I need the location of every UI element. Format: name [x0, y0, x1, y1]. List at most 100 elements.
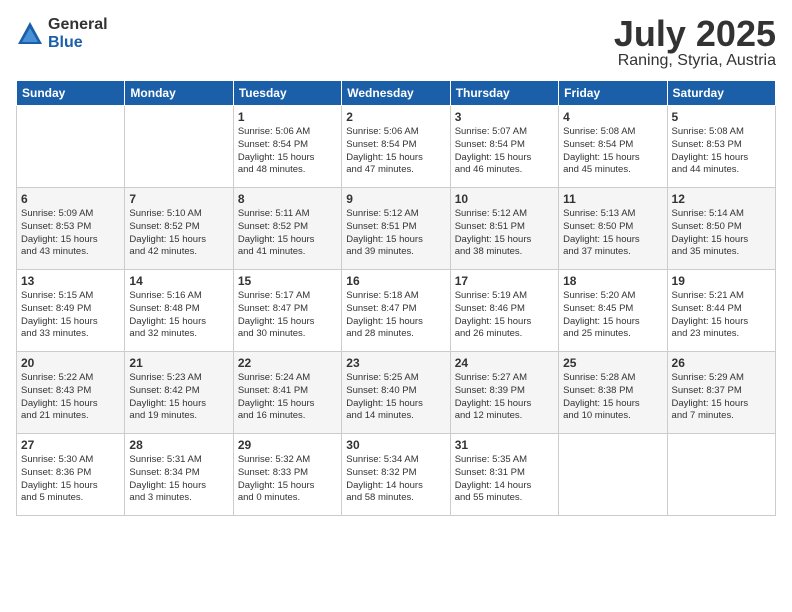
calendar-cell: 13Sunrise: 5:15 AM Sunset: 8:49 PM Dayli…	[17, 270, 125, 352]
day-number: 5	[672, 110, 771, 124]
calendar-cell: 2 Sunrise: 5:06 AM Sunset: 8:54 PM Daylig…	[342, 106, 450, 188]
day-number: 21	[129, 356, 228, 370]
day-info: Sunrise: 5:25 AM Sunset: 8:40 PM Dayligh…	[346, 372, 445, 423]
logo-text: General Blue	[48, 16, 108, 51]
day-number: 14	[129, 274, 228, 288]
header-sunday: Sunday	[17, 81, 125, 106]
calendar-cell: 11Sunrise: 5:13 AM Sunset: 8:50 PM Dayli…	[559, 188, 667, 270]
day-number: 6	[21, 192, 120, 206]
day-number: 15	[238, 274, 337, 288]
day-info: Sunrise: 5:08 AM Sunset: 8:54 PM Dayligh…	[563, 126, 662, 177]
day-number: 19	[672, 274, 771, 288]
calendar-cell: 8Sunrise: 5:11 AM Sunset: 8:52 PM Daylig…	[233, 188, 341, 270]
calendar-cell	[17, 106, 125, 188]
calendar-cell: 10Sunrise: 5:12 AM Sunset: 8:51 PM Dayli…	[450, 188, 558, 270]
calendar-cell: 5 Sunrise: 5:08 AM Sunset: 8:53 PM Daylig…	[667, 106, 775, 188]
calendar-cell: 3 Sunrise: 5:07 AM Sunset: 8:54 PM Daylig…	[450, 106, 558, 188]
day-number: 7	[129, 192, 228, 206]
day-info: Sunrise: 5:20 AM Sunset: 8:45 PM Dayligh…	[563, 290, 662, 341]
page-header: General Blue July 2025 Raning, Styria, A…	[16, 16, 776, 70]
calendar-cell: 24 Sunrise: 5:27 AM Sunset: 8:39 PM Dayli…	[450, 352, 558, 434]
day-info: Sunrise: 5:08 AM Sunset: 8:53 PM Dayligh…	[672, 126, 771, 177]
location-title: Raning, Styria, Austria	[614, 52, 776, 70]
title-section: July 2025 Raning, Styria, Austria	[614, 16, 776, 70]
calendar-cell: 16Sunrise: 5:18 AM Sunset: 8:47 PM Dayli…	[342, 270, 450, 352]
header-saturday: Saturday	[667, 81, 775, 106]
day-info: Sunrise: 5:11 AM Sunset: 8:52 PM Dayligh…	[238, 208, 337, 259]
calendar-body: 1 Sunrise: 5:06 AM Sunset: 8:54 PM Daylig…	[17, 106, 776, 516]
calendar-cell: 29Sunrise: 5:32 AM Sunset: 8:33 PM Dayli…	[233, 434, 341, 516]
calendar-cell: 9Sunrise: 5:12 AM Sunset: 8:51 PM Daylig…	[342, 188, 450, 270]
day-info: Sunrise: 5:22 AM Sunset: 8:43 PM Dayligh…	[21, 372, 120, 423]
day-info: Sunrise: 5:19 AM Sunset: 8:46 PM Dayligh…	[455, 290, 554, 341]
calendar-cell: 18 Sunrise: 5:20 AM Sunset: 8:45 PM Dayli…	[559, 270, 667, 352]
logo-blue: Blue	[48, 34, 108, 52]
calendar-cell: 23 Sunrise: 5:25 AM Sunset: 8:40 PM Dayli…	[342, 352, 450, 434]
day-info: Sunrise: 5:18 AM Sunset: 8:47 PM Dayligh…	[346, 290, 445, 341]
day-info: Sunrise: 5:09 AM Sunset: 8:53 PM Dayligh…	[21, 208, 120, 259]
calendar-cell: 22 Sunrise: 5:24 AM Sunset: 8:41 PM Dayli…	[233, 352, 341, 434]
day-number: 24	[455, 356, 554, 370]
day-info: Sunrise: 5:06 AM Sunset: 8:54 PM Dayligh…	[346, 126, 445, 177]
day-number: 9	[346, 192, 445, 206]
day-number: 25	[563, 356, 662, 370]
calendar-cell	[125, 106, 233, 188]
day-number: 1	[238, 110, 337, 124]
day-number: 23	[346, 356, 445, 370]
day-number: 18	[563, 274, 662, 288]
calendar-week-2: 6 Sunrise: 5:09 AM Sunset: 8:53 PM Daylig…	[17, 188, 776, 270]
day-info: Sunrise: 5:06 AM Sunset: 8:54 PM Dayligh…	[238, 126, 337, 177]
day-number: 17	[455, 274, 554, 288]
calendar-cell: 14 Sunrise: 5:16 AM Sunset: 8:48 PM Dayli…	[125, 270, 233, 352]
day-number: 2	[346, 110, 445, 124]
day-info: Sunrise: 5:28 AM Sunset: 8:38 PM Dayligh…	[563, 372, 662, 423]
day-number: 22	[238, 356, 337, 370]
day-info: Sunrise: 5:10 AM Sunset: 8:52 PM Dayligh…	[129, 208, 228, 259]
day-number: 30	[346, 438, 445, 452]
logo-general: General	[48, 16, 108, 34]
calendar-cell: 15 Sunrise: 5:17 AM Sunset: 8:47 PM Dayli…	[233, 270, 341, 352]
calendar-cell	[559, 434, 667, 516]
day-info: Sunrise: 5:27 AM Sunset: 8:39 PM Dayligh…	[455, 372, 554, 423]
calendar-week-1: 1 Sunrise: 5:06 AM Sunset: 8:54 PM Daylig…	[17, 106, 776, 188]
calendar-cell: 20 Sunrise: 5:22 AM Sunset: 8:43 PM Dayli…	[17, 352, 125, 434]
day-info: Sunrise: 5:29 AM Sunset: 8:37 PM Dayligh…	[672, 372, 771, 423]
calendar-cell: 17 Sunrise: 5:19 AM Sunset: 8:46 PM Dayli…	[450, 270, 558, 352]
header-friday: Friday	[559, 81, 667, 106]
calendar-cell: 19Sunrise: 5:21 AM Sunset: 8:44 PM Dayli…	[667, 270, 775, 352]
calendar-cell: 1 Sunrise: 5:06 AM Sunset: 8:54 PM Daylig…	[233, 106, 341, 188]
calendar-table: Sunday Monday Tuesday Wednesday Thursday…	[16, 80, 776, 516]
header-monday: Monday	[125, 81, 233, 106]
day-number: 10	[455, 192, 554, 206]
day-number: 3	[455, 110, 554, 124]
day-info: Sunrise: 5:07 AM Sunset: 8:54 PM Dayligh…	[455, 126, 554, 177]
day-info: Sunrise: 5:16 AM Sunset: 8:48 PM Dayligh…	[129, 290, 228, 341]
day-number: 12	[672, 192, 771, 206]
calendar-cell: 12 Sunrise: 5:14 AM Sunset: 8:50 PM Dayli…	[667, 188, 775, 270]
calendar-week-4: 20 Sunrise: 5:22 AM Sunset: 8:43 PM Dayli…	[17, 352, 776, 434]
header-thursday: Thursday	[450, 81, 558, 106]
calendar-cell: 6 Sunrise: 5:09 AM Sunset: 8:53 PM Daylig…	[17, 188, 125, 270]
day-info: Sunrise: 5:34 AM Sunset: 8:32 PM Dayligh…	[346, 454, 445, 505]
day-info: Sunrise: 5:14 AM Sunset: 8:50 PM Dayligh…	[672, 208, 771, 259]
calendar-cell: 26Sunrise: 5:29 AM Sunset: 8:37 PM Dayli…	[667, 352, 775, 434]
day-info: Sunrise: 5:35 AM Sunset: 8:31 PM Dayligh…	[455, 454, 554, 505]
calendar-cell: 30 Sunrise: 5:34 AM Sunset: 8:32 PM Dayli…	[342, 434, 450, 516]
month-title: July 2025	[614, 16, 776, 52]
day-info: Sunrise: 5:17 AM Sunset: 8:47 PM Dayligh…	[238, 290, 337, 341]
logo: General Blue	[16, 16, 108, 51]
logo-icon	[16, 20, 44, 48]
day-number: 4	[563, 110, 662, 124]
page-container: General Blue July 2025 Raning, Styria, A…	[0, 0, 792, 612]
header-row: Sunday Monday Tuesday Wednesday Thursday…	[17, 81, 776, 106]
day-info: Sunrise: 5:32 AM Sunset: 8:33 PM Dayligh…	[238, 454, 337, 505]
day-number: 20	[21, 356, 120, 370]
calendar-cell: 27Sunrise: 5:30 AM Sunset: 8:36 PM Dayli…	[17, 434, 125, 516]
day-number: 28	[129, 438, 228, 452]
day-info: Sunrise: 5:24 AM Sunset: 8:41 PM Dayligh…	[238, 372, 337, 423]
calendar-cell: 4 Sunrise: 5:08 AM Sunset: 8:54 PM Daylig…	[559, 106, 667, 188]
day-number: 11	[563, 192, 662, 206]
calendar-cell: 7 Sunrise: 5:10 AM Sunset: 8:52 PM Daylig…	[125, 188, 233, 270]
day-info: Sunrise: 5:30 AM Sunset: 8:36 PM Dayligh…	[21, 454, 120, 505]
calendar-cell: 31Sunrise: 5:35 AM Sunset: 8:31 PM Dayli…	[450, 434, 558, 516]
